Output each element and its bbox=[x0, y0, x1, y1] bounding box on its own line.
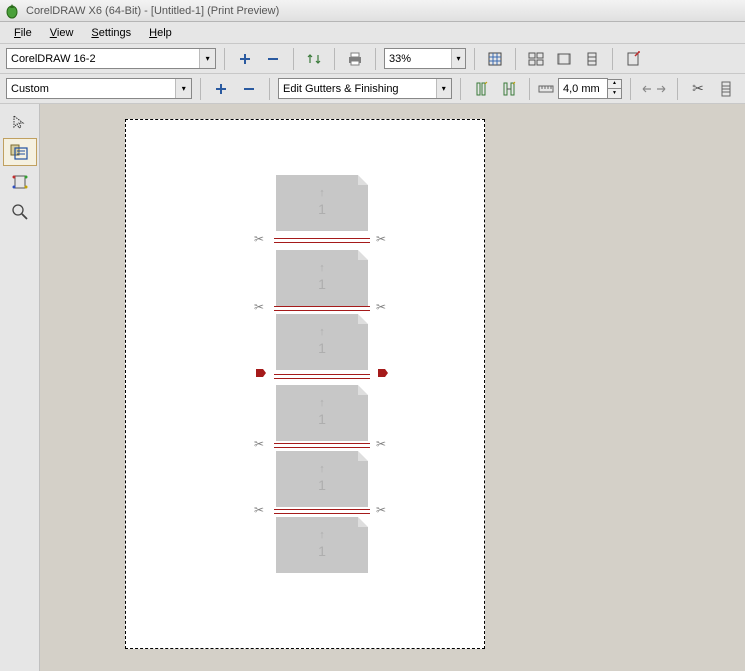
remove-button[interactable] bbox=[261, 47, 285, 71]
gutter-combo-input[interactable] bbox=[279, 79, 436, 98]
cut-line bbox=[274, 238, 370, 243]
menu-bar: File View Settings Help bbox=[0, 22, 745, 44]
spinner-down-icon[interactable]: ▼ bbox=[607, 89, 622, 99]
layout-preset-combo[interactable]: ▾ bbox=[6, 78, 192, 99]
dropdown-icon[interactable]: ▾ bbox=[175, 79, 191, 98]
add-layout-button[interactable] bbox=[209, 77, 233, 101]
scissor-icon: ✂ bbox=[376, 232, 386, 246]
up-arrow-icon: ↑ bbox=[319, 262, 325, 274]
page-number: 1 bbox=[318, 411, 326, 427]
scissor-icon: ✂ bbox=[254, 300, 264, 314]
film-icon[interactable] bbox=[552, 47, 576, 71]
page-thumb[interactable]: ↑1 bbox=[276, 385, 368, 441]
up-arrow-icon: ↑ bbox=[319, 326, 325, 338]
toolbar-print-options: ▾ ▾ bbox=[0, 44, 745, 74]
close-preview-icon[interactable] bbox=[621, 47, 645, 71]
scissor-icon: ✂ bbox=[254, 503, 264, 517]
cut-line bbox=[274, 374, 370, 379]
menu-settings[interactable]: Settings bbox=[83, 24, 139, 42]
toolbar-imposition: ▾ ▾ ▲ ▼ ✂ bbox=[0, 74, 745, 104]
cut-line bbox=[274, 443, 370, 448]
fold-tab-icon bbox=[256, 369, 266, 377]
page-number: 1 bbox=[318, 201, 326, 217]
imposition-tool-icon[interactable] bbox=[3, 138, 37, 166]
up-arrow-icon: ↑ bbox=[319, 397, 325, 409]
menu-view[interactable]: View bbox=[42, 24, 82, 42]
layout-icon[interactable] bbox=[580, 47, 604, 71]
page-number: 1 bbox=[318, 340, 326, 356]
dropdown-icon[interactable]: ▾ bbox=[436, 79, 451, 98]
scissor-icon: ✂ bbox=[254, 437, 264, 451]
app-logo-icon bbox=[4, 3, 20, 19]
print-page: ↑1 ✂ ✂ ↑1 ✂ ✂ ↑1 ↑1 ✂ ✂ ↑1 ✂ ✂ ↑1 bbox=[125, 119, 485, 649]
layout-preset-input[interactable] bbox=[7, 79, 175, 98]
title-bar: CorelDRAW X6 (64-Bit) - [Untitled-1] (Pr… bbox=[0, 0, 745, 22]
cut-line bbox=[274, 306, 370, 311]
spacing-spinner[interactable]: ▲ ▼ bbox=[558, 78, 622, 99]
marks-tool-icon[interactable] bbox=[714, 77, 738, 101]
page-thumb[interactable]: ↑1 bbox=[276, 451, 368, 507]
zoom-tool-icon[interactable] bbox=[3, 198, 37, 226]
fold-tab-icon bbox=[378, 369, 388, 377]
printer-combo-input[interactable] bbox=[7, 49, 199, 68]
window-title: CorelDRAW X6 (64-Bit) - [Untitled-1] (Pr… bbox=[26, 5, 279, 17]
up-arrow-icon: ↑ bbox=[319, 463, 325, 475]
zoom-input[interactable] bbox=[385, 49, 451, 68]
menu-file[interactable]: File bbox=[6, 24, 40, 42]
up-arrow-icon: ↑ bbox=[319, 187, 325, 199]
marks-placement-icon[interactable] bbox=[3, 168, 37, 196]
up-arrow-icon: ↑ bbox=[319, 529, 325, 541]
scissors-tool-icon[interactable]: ✂ bbox=[686, 77, 710, 101]
add-button[interactable] bbox=[233, 47, 257, 71]
menu-help[interactable]: Help bbox=[141, 24, 180, 42]
page-number: 1 bbox=[318, 543, 326, 559]
tool-dock bbox=[0, 104, 40, 671]
page-thumb[interactable]: ↑1 bbox=[276, 175, 368, 231]
dropdown-icon[interactable]: ▾ bbox=[199, 49, 215, 68]
scissor-icon: ✂ bbox=[254, 232, 264, 246]
pick-tool-icon[interactable] bbox=[3, 108, 37, 136]
scissor-icon: ✂ bbox=[376, 503, 386, 517]
spinner-up-icon[interactable]: ▲ bbox=[607, 79, 622, 89]
zoom-combo[interactable]: ▾ bbox=[384, 48, 466, 69]
page-thumb[interactable]: ↑1 bbox=[276, 314, 368, 370]
mirror-icon[interactable] bbox=[302, 47, 326, 71]
page-number: 1 bbox=[318, 276, 326, 292]
printer-combo[interactable]: ▾ bbox=[6, 48, 216, 69]
remove-layout-button[interactable] bbox=[237, 77, 261, 101]
workspace: ↑1 ✂ ✂ ↑1 ✂ ✂ ↑1 ↑1 ✂ ✂ ↑1 ✂ ✂ ↑1 bbox=[0, 104, 745, 671]
scissor-icon: ✂ bbox=[376, 437, 386, 451]
page-sorter-icon[interactable] bbox=[524, 47, 548, 71]
page-number: 1 bbox=[318, 477, 326, 493]
dropdown-icon[interactable]: ▾ bbox=[451, 49, 465, 68]
equal-gutters-icon[interactable] bbox=[469, 77, 493, 101]
ruler-icon bbox=[538, 83, 554, 95]
page-thumb[interactable]: ↑1 bbox=[276, 250, 368, 306]
print-icon[interactable] bbox=[343, 47, 367, 71]
fullscreen-icon[interactable] bbox=[483, 47, 507, 71]
gutter-size-icon[interactable] bbox=[497, 77, 521, 101]
scissor-icon: ✂ bbox=[376, 300, 386, 314]
spacing-direction-icon bbox=[639, 77, 669, 101]
gutter-combo[interactable]: ▾ bbox=[278, 78, 452, 99]
spacing-input[interactable] bbox=[558, 78, 608, 99]
canvas-area[interactable]: ↑1 ✂ ✂ ↑1 ✂ ✂ ↑1 ↑1 ✂ ✂ ↑1 ✂ ✂ ↑1 bbox=[40, 104, 745, 671]
page-thumb[interactable]: ↑1 bbox=[276, 517, 368, 573]
cut-line bbox=[274, 509, 370, 514]
